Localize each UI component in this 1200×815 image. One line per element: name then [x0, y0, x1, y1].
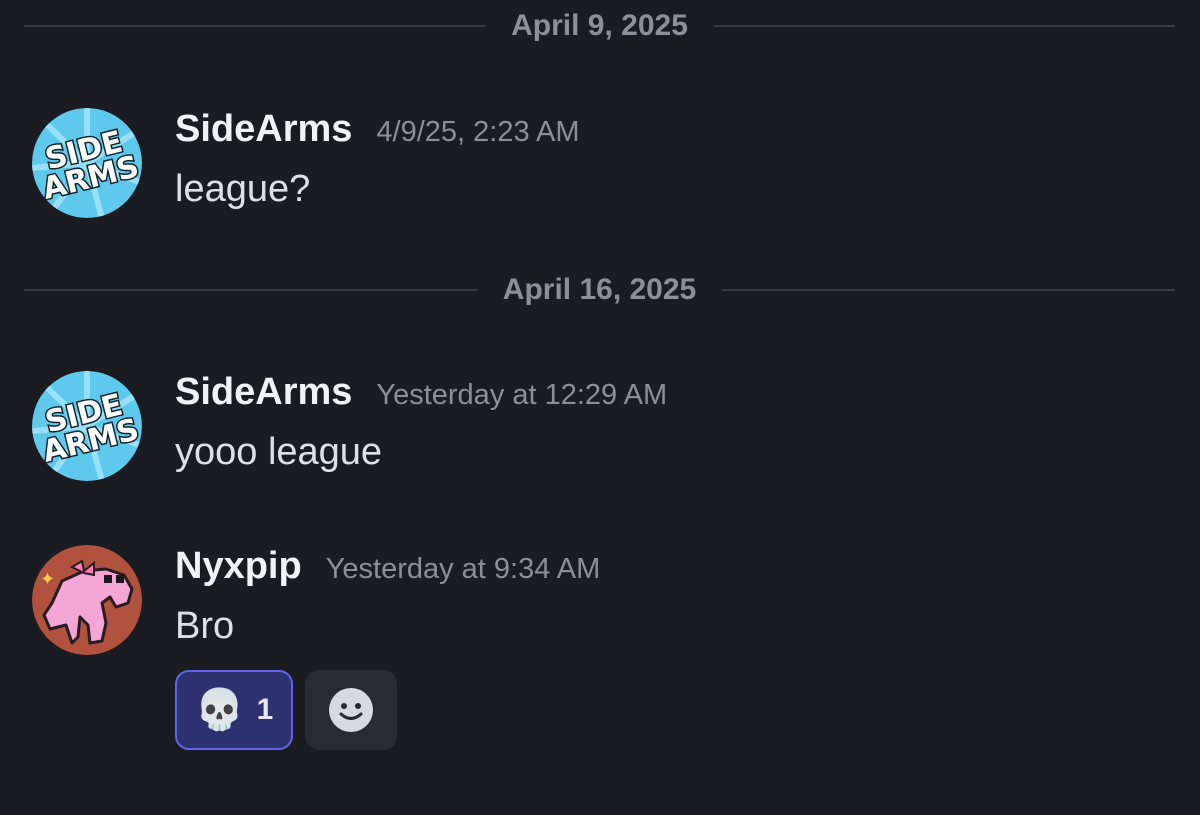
date-divider: April 9, 2025 [24, 6, 1176, 46]
divider-date: April 16, 2025 [502, 273, 697, 306]
smiley-add-reaction-icon [329, 688, 373, 732]
pink-creature-avatar-image: ✦ [32, 545, 142, 655]
divider-line [722, 289, 1176, 291]
date-divider: April 16, 2025 [24, 270, 1176, 310]
add-reaction-button[interactable] [305, 670, 397, 750]
sidearms-logo: SIDE ARMS [32, 371, 142, 481]
message-content: SideArms Yesterday at 12:29 AM yooo leag… [175, 371, 1176, 474]
avatar[interactable]: SIDE ARMS [32, 108, 142, 218]
timestamp[interactable]: Yesterday at 9:34 AM [326, 553, 601, 586]
reactions-bar: 💀 1 [175, 670, 1176, 750]
message-header: Nyxpip Yesterday at 9:34 AM [175, 545, 1176, 591]
divider-date: April 9, 2025 [511, 9, 688, 42]
username[interactable]: SideArms [175, 371, 352, 414]
message-content: SideArms 4/9/25, 2:23 AM league? [175, 108, 1176, 211]
svg-text:✦: ✦ [40, 569, 55, 590]
message-text: Bro [175, 605, 235, 647]
divider-line [24, 25, 486, 27]
sidearms-logo: SIDE ARMS [32, 108, 142, 218]
divider-line [24, 289, 477, 291]
username[interactable]: Nyxpip [175, 545, 302, 588]
reaction-skull[interactable]: 💀 1 [175, 670, 293, 750]
message-header: SideArms 4/9/25, 2:23 AM [175, 108, 1176, 154]
username[interactable]: SideArms [175, 108, 352, 151]
skull-emoji-icon: 💀 [194, 688, 245, 732]
avatar[interactable]: ✦ [32, 545, 142, 655]
timestamp[interactable]: Yesterday at 12:29 AM [376, 379, 667, 412]
message-text: yooo league [175, 431, 383, 473]
divider-line [713, 25, 1176, 27]
timestamp[interactable]: 4/9/25, 2:23 AM [376, 116, 579, 149]
message-content: Nyxpip Yesterday at 9:34 AM Bro 💀 1 [175, 545, 1176, 750]
reaction-count: 1 [256, 693, 274, 726]
message-header: SideArms Yesterday at 12:29 AM [175, 371, 1176, 417]
avatar[interactable]: SIDE ARMS [32, 371, 142, 481]
message-text: league? [175, 168, 311, 210]
